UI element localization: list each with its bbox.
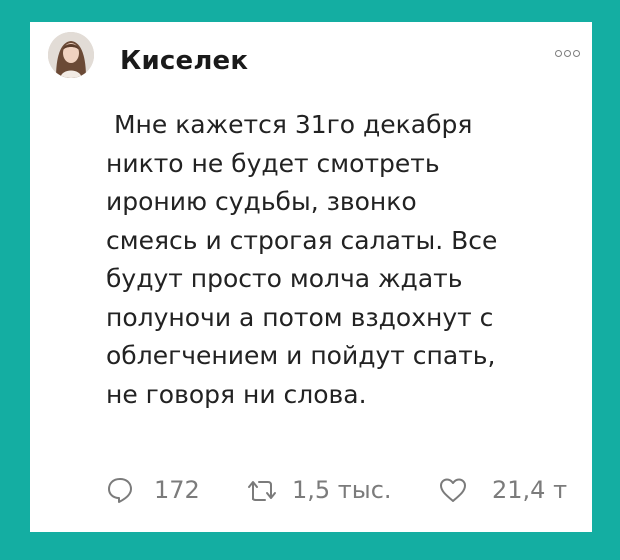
avatar[interactable] [48,32,94,78]
retweet-icon [246,476,278,504]
retweet-count: 1,5 тыс. [292,476,392,504]
reply-count: 172 [154,476,200,504]
like-button[interactable]: 21,4 т [438,472,567,508]
retweet-button[interactable]: 1,5 тыс. [246,472,392,508]
more-options-icon[interactable] [555,50,580,57]
tweet-text: Мне кажется 31го декабря никто не будет … [106,110,498,409]
tweet-actions: 172 1,5 тыс. 21,4 т [106,472,592,508]
like-count: 21,4 т [492,476,568,504]
heart-icon [438,476,468,504]
reply-button[interactable]: 172 [106,472,200,508]
tweet-card: Киселек Мне кажется 31го декабря никто н… [30,22,592,532]
reply-icon [106,476,134,504]
author-name[interactable]: Киселек [120,46,248,76]
